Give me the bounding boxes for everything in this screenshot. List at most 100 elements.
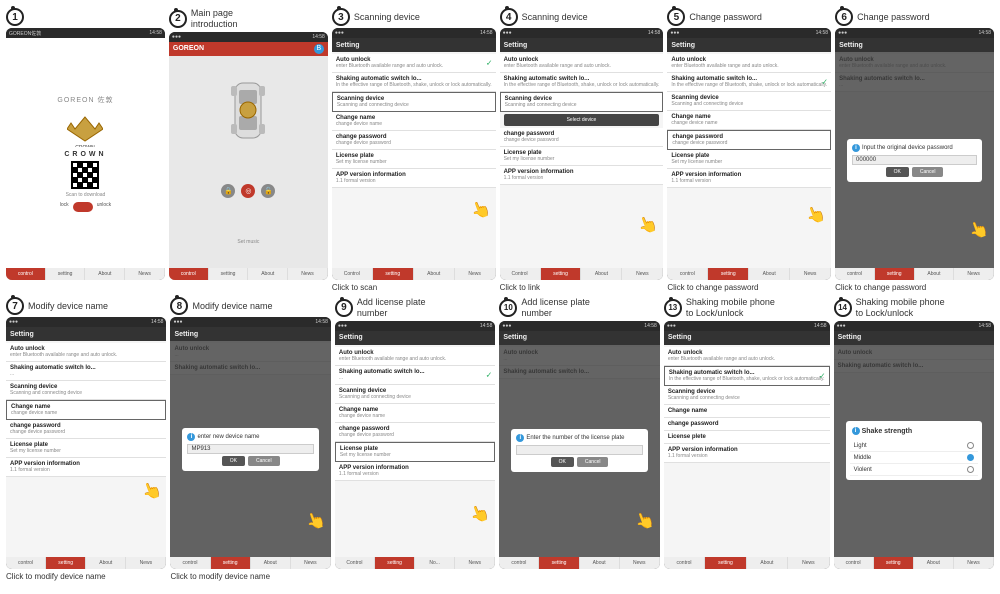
auto-unlock-7[interactable]: Auto unlock enter Bluetooth available ra… — [6, 343, 166, 362]
status-bar-13: ●●● 14:58 — [664, 321, 830, 331]
shaking-item[interactable]: Shaking automatic switch lo... In the ef… — [332, 73, 496, 92]
license-cancel-btn[interactable]: Cancel — [577, 457, 609, 467]
unlock-icon[interactable]: 🔓 — [261, 184, 275, 198]
change-pw-5[interactable]: change password change device password — [667, 130, 831, 150]
license-ok-btn[interactable]: OK — [551, 457, 574, 467]
change-pw-item[interactable]: change password change device password — [332, 131, 496, 150]
auto-unlock-5[interactable]: Auto unlock enter Bluetooth available ra… — [667, 54, 831, 73]
app-ver-5[interactable]: APP version information 1.1 formal versi… — [667, 169, 831, 188]
center-btn[interactable]: ◎ — [241, 184, 255, 198]
change-pw-13[interactable]: change password — [664, 418, 830, 431]
bottom-nav-10: control setting About News — [499, 557, 659, 569]
nav-control-4[interactable]: Control — [500, 268, 541, 280]
step-14-title: Shaking mobile phone to Lock/unlock — [856, 297, 946, 319]
license-modal-header: i Enter the number of the license plate — [516, 434, 642, 442]
set-music: Set music — [237, 239, 259, 245]
step-1-screen: GOREON佐敦 14:58 GOREON 佐敦 CROWN — [6, 28, 165, 280]
step-3-number: 3 — [332, 8, 350, 26]
license-modal-title: Enter the number of the license plate — [526, 435, 624, 441]
auto-unlock-9[interactable]: Auto unlock enter Bluetooth available ra… — [335, 347, 495, 366]
step-7: 7 Modify device name ●●● 14:58 Setting A… — [6, 297, 166, 586]
step-13-header: 13 Shaking mobile phone to Lock/unlock — [664, 297, 776, 319]
shake-light-radio[interactable] — [967, 442, 974, 449]
app-ver-13[interactable]: APP version information 1.1 formal versi… — [664, 444, 830, 463]
auto-unlock-4[interactable]: Auto unlock enter Bluetooth available ra… — [500, 54, 664, 73]
lock-label: lock — [60, 202, 69, 212]
nav-about[interactable]: About — [85, 268, 125, 280]
change-name-5[interactable]: Change name change device name — [667, 111, 831, 130]
app-ver-4[interactable]: APP version information 1.1 formal versi… — [500, 166, 664, 185]
nav-about-4[interactable]: About — [581, 268, 622, 280]
status-bar-1: GOREON佐敦 14:58 — [6, 28, 165, 38]
shake-violent-radio[interactable] — [967, 466, 974, 473]
shake-violent[interactable]: Violent — [850, 464, 978, 476]
shake-middle-radio[interactable] — [967, 454, 974, 461]
scanning-9[interactable]: Scanning device Scanning and connecting … — [335, 385, 495, 404]
license-item[interactable]: License plate Set my license number — [332, 150, 496, 169]
shaking-4[interactable]: Shaking automatic switch lo... In the ef… — [500, 73, 664, 92]
app-bar-2: GOREON B — [169, 42, 328, 56]
nav-about-3[interactable]: About — [414, 268, 455, 280]
name-cancel-btn[interactable]: Cancel — [248, 456, 280, 466]
nav-control-2[interactable]: control — [169, 268, 209, 280]
shaking-5[interactable]: Shaking automatic switch lo... In the ef… — [667, 73, 831, 92]
change-name-13[interactable]: Change name — [664, 405, 830, 418]
scanning-5[interactable]: Scanning device Scanning and connecting … — [667, 92, 831, 111]
lock-button[interactable] — [73, 202, 93, 212]
nav-setting[interactable]: setting — [46, 268, 86, 280]
change-name-9[interactable]: Change name change device name — [335, 404, 495, 423]
nav-news-4[interactable]: News — [622, 268, 663, 280]
nav-news-2[interactable]: News — [288, 268, 328, 280]
scanning-7[interactable]: Scanning device Scanning and connecting … — [6, 381, 166, 400]
name-input[interactable]: MP913 — [187, 444, 313, 454]
app-ver-item[interactable]: APP version information 1.1 formal versi… — [332, 169, 496, 188]
shake-middle[interactable]: Middle — [850, 452, 978, 464]
nav-news-3[interactable]: News — [455, 268, 496, 280]
change-name-7[interactable]: Change name change device name — [6, 400, 166, 420]
change-pw-4[interactable]: change password change device password — [500, 128, 664, 147]
nav-control-5[interactable]: control — [667, 268, 708, 280]
nav-news[interactable]: News — [125, 268, 165, 280]
license-4[interactable]: License plate Set my license number — [500, 147, 664, 166]
step-6-title: Change password — [857, 12, 930, 23]
shaking-9[interactable]: Shaking automatic switch lo... ... ✓ — [335, 366, 495, 385]
nav-setting-5[interactable]: setting — [708, 268, 749, 280]
license-9[interactable]: License plate Set my license number — [335, 442, 495, 462]
nav-news-5[interactable]: News — [790, 268, 831, 280]
change-pw-9[interactable]: change password change device password — [335, 423, 495, 442]
nav-about-5[interactable]: About — [749, 268, 790, 280]
shake-light[interactable]: Light — [850, 440, 978, 452]
step-9-header: 9 Add license plate number — [335, 297, 447, 319]
nav-about-2[interactable]: About — [248, 268, 288, 280]
scanning-4[interactable]: Scanning device Scanning and connecting … — [500, 92, 664, 112]
license-13[interactable]: License plete — [664, 431, 830, 444]
step-14-header: 14 Shaking mobile phone to Lock/unlock — [834, 297, 946, 319]
license-input[interactable] — [516, 445, 642, 455]
nav-setting-2[interactable]: setting — [209, 268, 249, 280]
settings-list-14: Auto unlock Shaking automatic switch lo.… — [834, 345, 994, 557]
shaking-7[interactable]: Shaking automatic switch lo... ... — [6, 362, 166, 381]
scanning-13[interactable]: Scanning device Scanning and connecting … — [664, 386, 830, 405]
pw-cancel-btn[interactable]: Cancel — [912, 167, 944, 177]
license-5[interactable]: License plate Set my license number — [667, 150, 831, 169]
lock-icon[interactable]: 🔒 — [221, 184, 235, 198]
nav-control[interactable]: control — [6, 268, 46, 280]
nav-control-3[interactable]: Control — [332, 268, 373, 280]
app-bar-9: Setting — [335, 331, 495, 345]
app-ver-7[interactable]: APP version information 1.1 formal versi… — [6, 458, 166, 477]
change-pw-7[interactable]: change password change device password — [6, 420, 166, 439]
app-ver-9[interactable]: APP version information 1.1 formal versi… — [335, 462, 495, 481]
pw-ok-btn[interactable]: OK — [886, 167, 909, 177]
name-ok-btn[interactable]: OK — [222, 456, 245, 466]
auto-unlock-item[interactable]: Auto unlock enter Bluetooth available ra… — [332, 54, 496, 73]
nav-setting-4[interactable]: setting — [541, 268, 582, 280]
pw-input[interactable]: 000000 — [852, 155, 977, 165]
status-bar-8: ●●● 14:58 — [170, 317, 330, 327]
change-name-item[interactable]: Change name change device name — [332, 112, 496, 131]
license-7[interactable]: License plate Set my license number — [6, 439, 166, 458]
shaking-13[interactable]: Shaking automatic switch lo... In the ef… — [664, 366, 830, 386]
step-14: 14 Shaking mobile phone to Lock/unlock ●… — [834, 297, 994, 586]
auto-unlock-13[interactable]: Auto unlock enter Bluetooth available ra… — [664, 347, 830, 366]
scanning-item-3[interactable]: Scanning device Scanning and connecting … — [332, 92, 496, 112]
nav-setting-3[interactable]: setting — [373, 268, 414, 280]
